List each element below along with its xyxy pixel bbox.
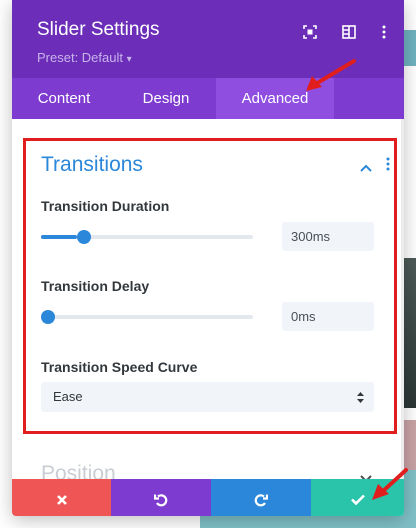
- settings-modal: Slider Settings Preset: Default ▾ Conten…: [12, 0, 404, 516]
- tab-content[interactable]: Content: [12, 78, 116, 119]
- tab-advanced[interactable]: Advanced: [216, 78, 334, 119]
- redo-icon: [254, 493, 268, 506]
- close-icon: [56, 494, 67, 505]
- settings-body: Transitions Transition Duration 300ms Tr…: [12, 119, 404, 485]
- preset-label: Preset: Default: [37, 50, 123, 65]
- fullscreen-icon[interactable]: [298, 20, 322, 44]
- tab-design[interactable]: Design: [116, 78, 216, 119]
- page-background-strip: [404, 30, 416, 66]
- save-button[interactable]: [311, 479, 404, 516]
- redo-button[interactable]: [211, 479, 311, 516]
- undo-button[interactable]: [111, 479, 211, 516]
- modal-header: Slider Settings Preset: Default ▾: [12, 0, 404, 78]
- undo-icon: [154, 493, 168, 506]
- check-icon: [350, 494, 365, 505]
- more-options-icon[interactable]: [372, 20, 396, 44]
- sidebar-icon[interactable]: [337, 20, 361, 44]
- scrollbar[interactable]: [401, 119, 404, 479]
- settings-tabs: Content Design Advanced: [12, 78, 404, 119]
- discard-button[interactable]: [12, 479, 111, 516]
- modal-title: Slider Settings: [37, 19, 160, 40]
- page-background-image: [404, 258, 416, 408]
- preset-selector[interactable]: Preset: Default ▾: [37, 50, 132, 65]
- preset-caret-icon: ▾: [126, 54, 132, 65]
- modal-footer: [12, 479, 404, 516]
- annotation-highlight-box: [23, 138, 397, 434]
